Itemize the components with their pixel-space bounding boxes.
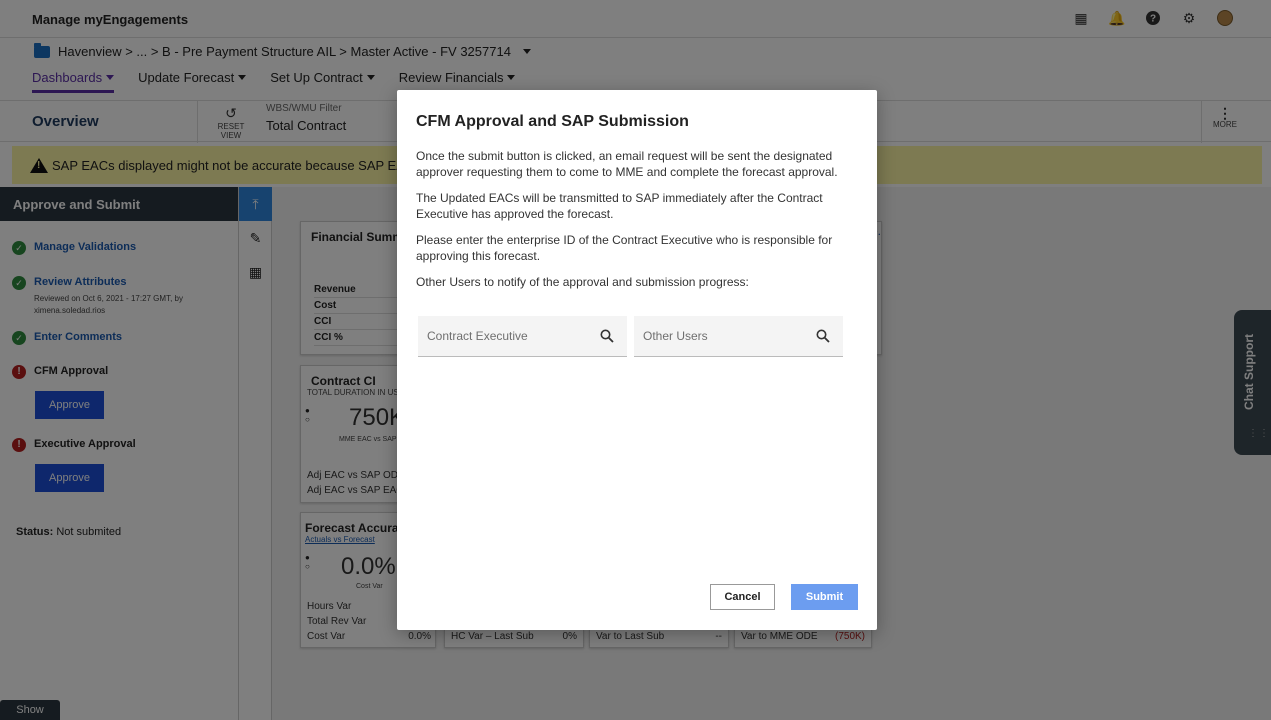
cfm-approval-dialog: CFM Approval and SAP Submission Once the…	[397, 90, 877, 630]
other-users-input[interactable]	[643, 329, 808, 343]
cancel-button[interactable]: Cancel	[710, 584, 775, 610]
contract-executive-field[interactable]	[418, 316, 627, 357]
dialog-body: Once the submit button is clicked, an em…	[416, 148, 861, 300]
submit-button[interactable]: Submit	[791, 584, 858, 610]
other-users-field[interactable]	[634, 316, 843, 357]
search-icon[interactable]	[600, 329, 614, 343]
dialog-paragraph: The Updated EACs will be transmitted to …	[416, 191, 823, 221]
dialog-paragraph: Once the submit button is clicked, an em…	[416, 149, 838, 179]
dialog-paragraph: Other Users to notify of the approval an…	[416, 275, 749, 289]
dialog-title: CFM Approval and SAP Submission	[416, 113, 689, 130]
search-icon[interactable]	[816, 329, 830, 343]
contract-executive-input[interactable]	[427, 329, 592, 343]
dialog-paragraph: Please enter the enterprise ID of the Co…	[416, 233, 833, 263]
